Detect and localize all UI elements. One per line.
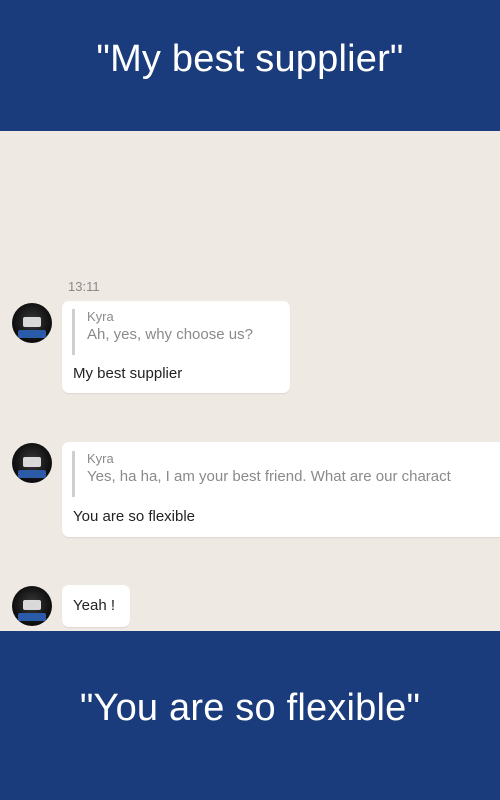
- top-caption-banner: "My best supplier": [0, 0, 500, 131]
- message-bubble[interactable]: Yeah !: [62, 585, 130, 627]
- quoted-sender-name: Kyra: [87, 451, 114, 466]
- quoted-message-text: Yes, ha ha, I am your best friend. What …: [87, 468, 451, 485]
- message-text: My best supplier: [73, 365, 183, 382]
- quoted-sender-name: Kyra: [87, 309, 114, 324]
- message-text: You are so flexible: [73, 508, 196, 525]
- message-timestamp: 13:11: [68, 279, 100, 294]
- quoted-message-text: Ah, yes, why choose us?: [87, 326, 253, 343]
- user-avatar-icon[interactable]: [12, 303, 52, 343]
- user-avatar-icon[interactable]: [12, 443, 52, 483]
- bottom-caption-banner: "You are so flexible": [0, 631, 500, 800]
- message-text: Yeah !: [73, 597, 115, 614]
- quoted-reply[interactable]: Kyra Ah, yes, why choose us?: [72, 309, 253, 355]
- chat-panel: 13:11 Kyra Ah, yes, why choose us? My be…: [0, 131, 500, 631]
- top-caption-text: "My best supplier": [96, 38, 404, 80]
- message-bubble[interactable]: Kyra Yes, ha ha, I am your best friend. …: [62, 442, 500, 537]
- quoted-reply[interactable]: Kyra Yes, ha ha, I am your best friend. …: [72, 451, 451, 497]
- bottom-caption-text: "You are so flexible": [79, 686, 421, 729]
- message-bubble[interactable]: Kyra Ah, yes, why choose us? My best sup…: [62, 301, 290, 393]
- user-avatar-icon[interactable]: [12, 586, 52, 626]
